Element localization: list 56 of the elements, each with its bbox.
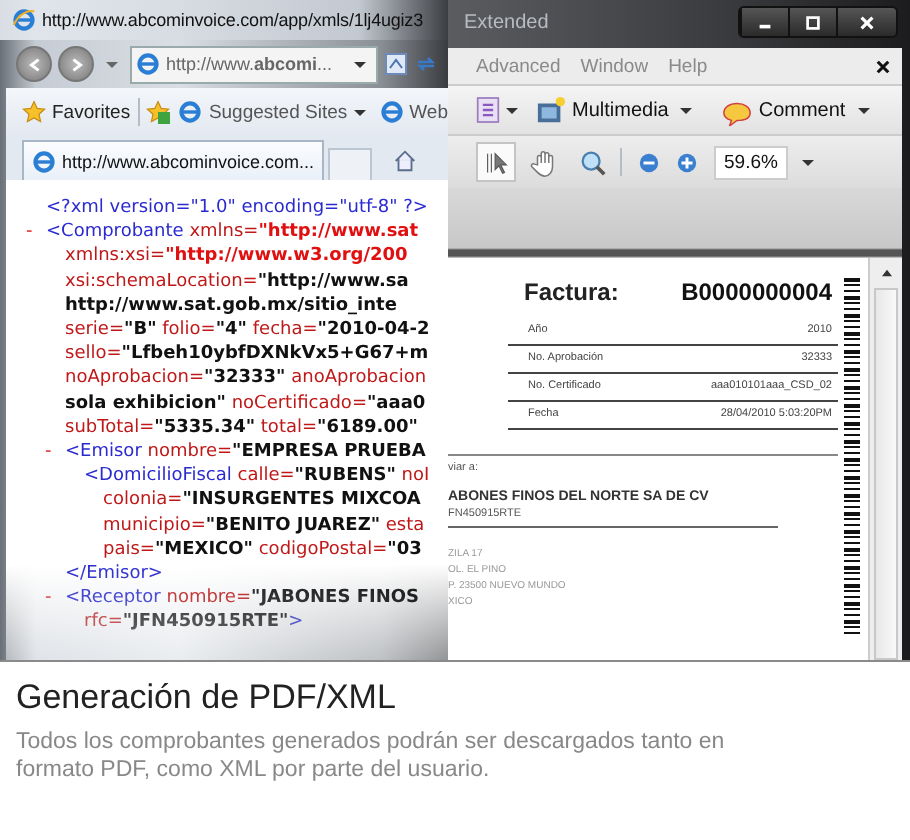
- collapse-toggle[interactable]: -: [45, 586, 52, 611]
- zoom-field[interactable]: 59.6%: [714, 145, 788, 179]
- close-icon[interactable]: [876, 59, 890, 73]
- favorites-button[interactable]: Favorites: [22, 100, 131, 124]
- xml-line: <?xml version="1.0" encoding="utf-8" ?>: [46, 198, 428, 218]
- pages-icon[interactable]: [476, 96, 500, 124]
- xml-line: </Emisor>: [65, 564, 163, 585]
- invoice-number: B0000000004: [681, 278, 832, 306]
- browser-tab[interactable]: http://www.abcominvoice.com...: [22, 140, 325, 180]
- xml-line: <Comprobante xmlns="http://www.sat: [46, 222, 419, 243]
- close-icon: [858, 13, 876, 31]
- zoom-out-icon[interactable]: [638, 151, 660, 173]
- maximize-icon: [804, 13, 822, 31]
- xml-line: xsi:schemaLocation="http://www.sa: [65, 271, 409, 292]
- collapse-toggle[interactable]: -: [26, 220, 33, 245]
- home-icon[interactable]: [392, 148, 419, 174]
- zoom-in-icon[interactable]: [676, 151, 698, 173]
- xml-line: http://www.sat.gob.mx/sitio_inte: [65, 295, 397, 316]
- hand-icon: [529, 147, 559, 177]
- favorites-link[interactable]: Web: [379, 100, 448, 124]
- caret-icon[interactable]: [801, 159, 814, 165]
- xml-line: subTotal="5335.34" total="6189.00": [65, 417, 418, 438]
- collapse-toggle[interactable]: -: [45, 440, 52, 465]
- minimize-button[interactable]: [740, 8, 788, 36]
- address-field[interactable]: http://www.abcomi...: [130, 45, 378, 83]
- scrollbar[interactable]: [868, 258, 902, 660]
- scroll-up-icon[interactable]: [879, 268, 893, 278]
- xml-line: serie="B" folio="4" fecha="2010-04-2: [65, 320, 430, 341]
- xml-line: <Receptor nombre="JABONES FINOS: [65, 588, 419, 609]
- magnifier-icon: [577, 147, 607, 177]
- xml-line: xmlns:xsi="http://www.w3.org/200: [65, 246, 408, 267]
- xml-line: rfc="JFN450915RTE">: [84, 612, 304, 633]
- add-favorite-icon[interactable]: [146, 100, 171, 124]
- invoice-label: Factura:: [524, 278, 619, 306]
- toolbar-button[interactable]: Comment: [710, 95, 888, 125]
- xml-line: colonia="INSURGENTES MIXCOA: [103, 490, 421, 511]
- select-tool[interactable]: [476, 142, 516, 182]
- section-description: Todos los comprobantes generados podrán ser descargados tanto en formato PDF, como XML por parte del usuario.: [16, 728, 727, 784]
- window-title: Extended: [464, 11, 549, 33]
- back-button[interactable]: [16, 46, 52, 82]
- film-icon: [536, 95, 566, 125]
- xml-line: <DomicilioFiscal calle="RUBENS" noI: [84, 466, 430, 487]
- section-title: Generación de PDF/XML: [16, 678, 398, 718]
- xml-line: <Emisor nombre="EMPRESA PRUEBA: [65, 442, 426, 463]
- xml-line: municipio="BENITO JUAREZ" esta: [103, 515, 425, 536]
- xml-line: noAprobacion="32333" anoAprobacion: [65, 368, 427, 389]
- xml-line: sola exhibicion" noCertificado="aaa0: [65, 393, 426, 414]
- maximize-button[interactable]: [788, 8, 836, 36]
- favorites-link[interactable]: Suggested Sites: [178, 100, 372, 124]
- cursor-icon: [481, 147, 511, 177]
- forward-button[interactable]: [58, 46, 94, 82]
- close-button[interactable]: [836, 8, 896, 36]
- star-icon: [22, 100, 46, 124]
- xml-line: sello="Lfbeh10ybfDXNkVx5+G67+m: [65, 344, 429, 365]
- xml-line: pais="MEXICO" codigoPostal="03: [103, 539, 422, 560]
- toolbar-button[interactable]: Multimedia: [524, 95, 711, 125]
